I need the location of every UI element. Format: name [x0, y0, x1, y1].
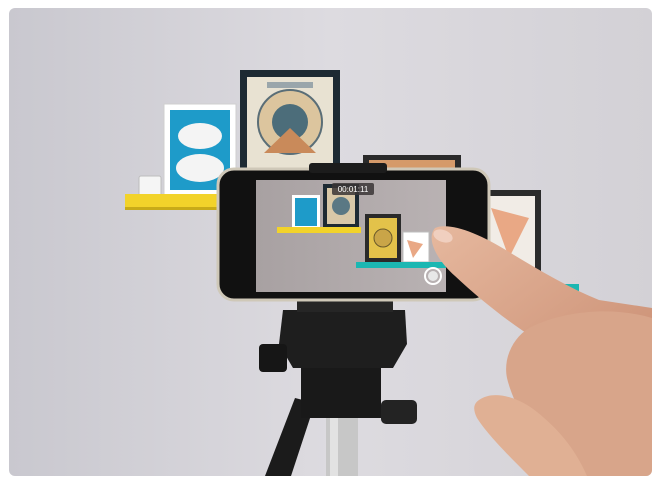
- photo-scene: 00:01:11: [9, 8, 652, 476]
- phone-screen: 00:01:11: [256, 180, 446, 292]
- small-mug: [138, 175, 162, 197]
- tripod-pan-handle: [259, 344, 287, 372]
- tripod-knob: [381, 400, 417, 424]
- blue-poster-cloud-top: [178, 123, 222, 149]
- screen-yellow-shelf: [277, 227, 361, 233]
- photo-card: 00:01:11: [9, 8, 652, 476]
- recording-timer: 00:01:11: [338, 185, 369, 194]
- zodiac-poster: [240, 70, 340, 178]
- tripod-column-block: [301, 368, 381, 418]
- blue-poster-cloud-bottom: [176, 154, 224, 182]
- phone-clamp: [309, 163, 387, 173]
- tripod-head: [279, 310, 407, 368]
